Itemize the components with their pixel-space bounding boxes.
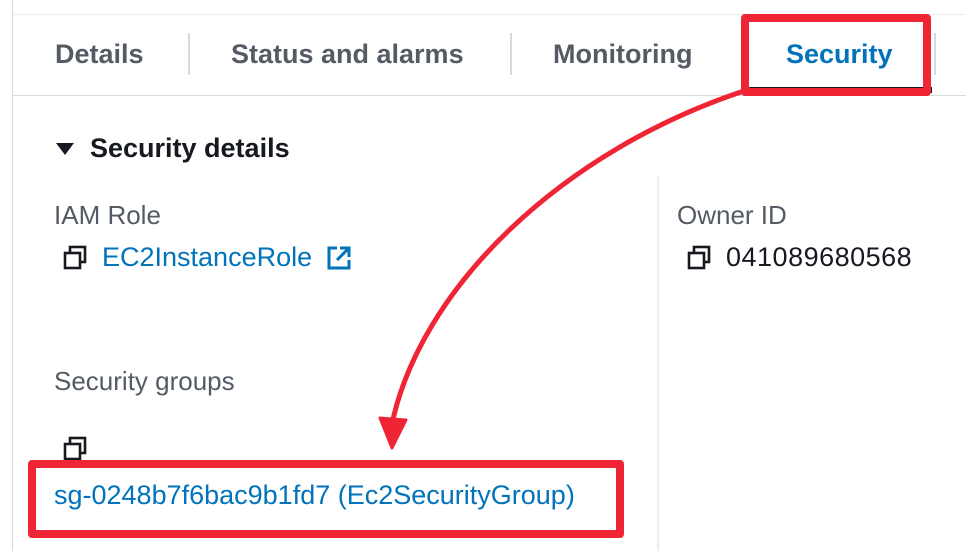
iam-role-value: EC2InstanceRole	[62, 242, 352, 273]
tab-monitoring[interactable]: Monitoring	[553, 15, 692, 95]
caret-down-icon	[56, 143, 74, 155]
copy-icon[interactable]	[62, 436, 88, 462]
copy-icon[interactable]	[62, 245, 88, 271]
tab-divider	[510, 33, 512, 75]
top-strip	[0, 0, 966, 14]
column-divider	[657, 176, 659, 551]
iam-role-link[interactable]: EC2InstanceRole	[102, 242, 312, 273]
tab-status-and-alarms[interactable]: Status and alarms	[231, 15, 464, 95]
section-title: Security details	[90, 132, 290, 163]
copy-icon[interactable]	[686, 245, 712, 271]
owner-id-label: Owner ID	[677, 200, 787, 230]
tab-divider	[934, 33, 936, 75]
owner-id-text: 041089680568	[726, 242, 913, 272]
owner-id-value: 041089680568	[686, 242, 912, 273]
external-link-icon[interactable]	[326, 245, 352, 271]
tab-divider	[188, 33, 190, 75]
tab-details[interactable]: Details	[55, 15, 144, 95]
iam-role-label: IAM Role	[54, 200, 161, 230]
annotation-box-security-group	[28, 460, 624, 538]
security-groups-label: Security groups	[54, 366, 235, 396]
annotation-box-security-tab	[741, 14, 931, 96]
security-details-toggle[interactable]: Security details	[56, 130, 290, 166]
